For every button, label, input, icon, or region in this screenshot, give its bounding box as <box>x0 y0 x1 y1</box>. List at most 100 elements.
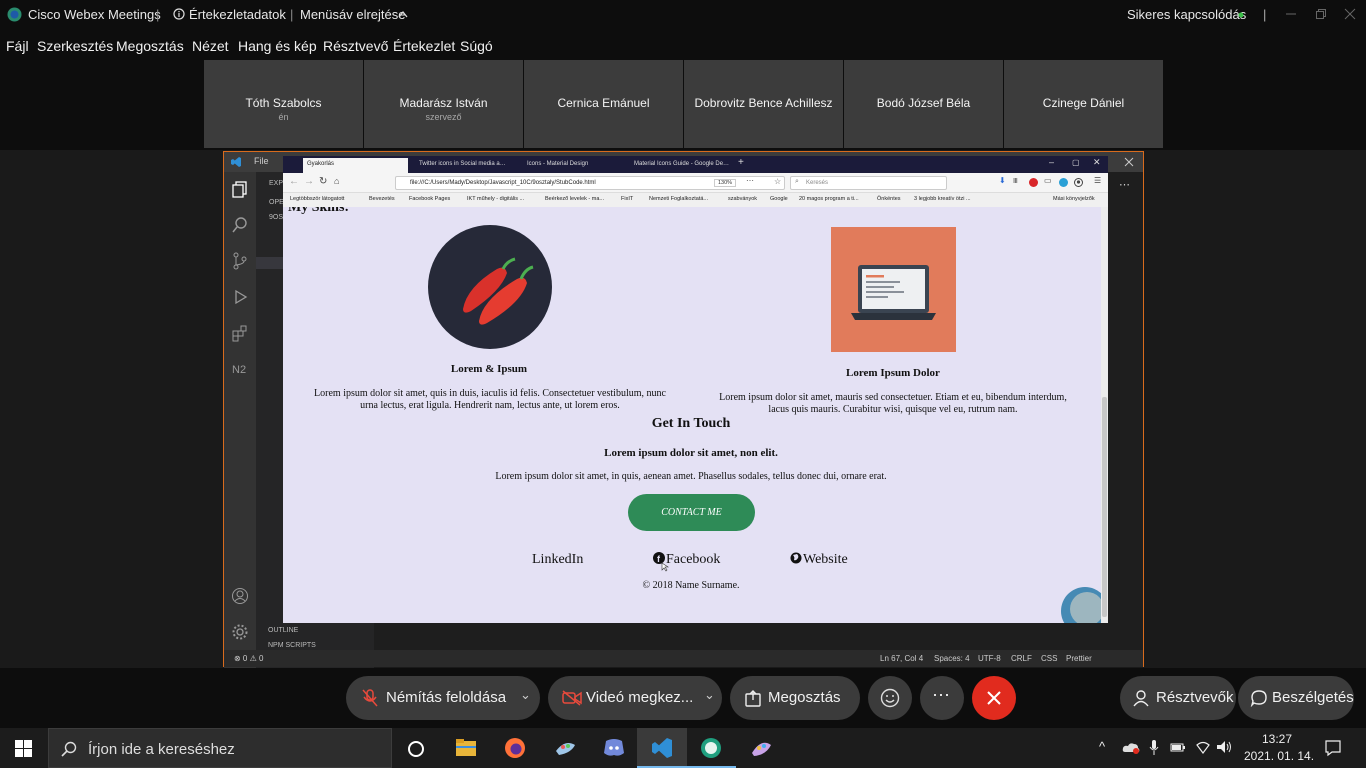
extension-blue-icon[interactable] <box>1059 178 1068 187</box>
chevron-down-icon[interactable]: ⌄ <box>520 687 531 703</box>
search-icon[interactable] <box>231 216 249 234</box>
bookmark-item[interactable]: Legtöbbször látogatott <box>290 196 344 202</box>
leave-meeting-button[interactable] <box>972 676 1016 720</box>
forward-icon[interactable]: → <box>304 176 314 187</box>
extensions-icon[interactable] <box>231 324 249 342</box>
menu-help[interactable]: Súgó <box>460 38 493 54</box>
more-actions-icon[interactable]: ⋯ <box>1119 178 1130 191</box>
participant-tile[interactable]: Bodó József Béla <box>844 60 1003 148</box>
windows-start-icon[interactable] <box>15 740 32 757</box>
participant-tile[interactable]: Madarász István szervező <box>364 60 523 148</box>
hide-menu-button[interactable]: Menüsáv elrejtése <box>300 7 406 22</box>
menu-file[interactable]: Fájl <box>6 38 29 54</box>
bookmark-item[interactable]: Beérkező levelek - ma... <box>545 196 604 202</box>
menu-share[interactable]: Megosztás <box>116 38 184 54</box>
bookmark-item[interactable]: Bevezetés <box>369 196 395 202</box>
share-button[interactable]: Megosztás <box>730 676 860 720</box>
new-tab-icon[interactable]: + <box>738 157 744 168</box>
chat-panel-button[interactable]: Beszélgetés <box>1238 676 1354 720</box>
bookmark-item[interactable]: Google <box>770 196 788 202</box>
bookmark-star-icon[interactable]: ☆ <box>774 177 781 186</box>
participant-tile[interactable]: Dobrovitz Bence Achillesz <box>684 60 843 148</box>
battery-icon[interactable] <box>1170 740 1186 754</box>
microphone-icon[interactable] <box>1149 739 1159 756</box>
website-link[interactable]: Website <box>803 552 848 568</box>
meeting-info-button[interactable]: Értekezletadatok <box>189 7 286 22</box>
clock-date[interactable]: 2021. 01. 14. <box>1244 749 1314 763</box>
download-icon[interactable]: ⬇ <box>999 176 1006 185</box>
run-debug-icon[interactable] <box>231 288 249 306</box>
close-window-icon[interactable] <box>1344 8 1356 20</box>
bookmark-item[interactable]: IKT műhely - digitális ... <box>467 196 524 202</box>
reload-icon[interactable]: ↻ <box>319 176 327 187</box>
onedrive-icon[interactable] <box>1122 740 1140 754</box>
more-options-button[interactable]: ⋯ <box>920 676 964 720</box>
discord-icon[interactable] <box>603 738 625 758</box>
scrollbar-thumb[interactable] <box>1102 397 1107 617</box>
bookmark-item[interactable]: 3 legjobb kreatív ötzi ... <box>914 196 971 202</box>
page-scrollbar[interactable] <box>1101 207 1108 623</box>
search-input[interactable]: ⌕ Keresés <box>790 176 947 190</box>
firefox-icon[interactable] <box>504 737 526 759</box>
hamburger-menu-icon[interactable]: ☰ <box>1094 176 1101 185</box>
url-bar[interactable]: file:///C:/Users/Mady/Desktop/Javascript… <box>395 176 785 190</box>
volume-icon[interactable] <box>1216 739 1234 755</box>
participants-panel-button[interactable]: Résztvevők <box>1120 676 1236 720</box>
status-eol[interactable]: CRLF <box>1011 654 1032 663</box>
account-icon[interactable] <box>1074 178 1083 187</box>
participant-tile[interactable]: Tóth Szabolcs én <box>204 60 363 148</box>
status-encoding[interactable]: UTF-8 <box>978 654 1001 663</box>
file-explorer-icon[interactable] <box>455 737 477 757</box>
zoom-level[interactable]: 130% <box>714 179 737 187</box>
bookmark-item[interactable]: 20 magos program a ti... <box>799 196 859 202</box>
outline-section[interactable]: OUTLINE <box>268 627 298 634</box>
status-problems[interactable]: ⊗ 0 ⚠ 0 <box>234 654 263 663</box>
back-icon[interactable]: ← <box>289 176 299 187</box>
notification-center-icon[interactable] <box>1324 739 1342 757</box>
explorer-icon[interactable] <box>231 180 249 198</box>
folder-section[interactable]: 9OS <box>269 214 283 221</box>
bookmark-item[interactable]: FixIT <box>621 196 633 202</box>
participant-tile[interactable]: Cernica Emánuel <box>524 60 683 148</box>
linkedin-link[interactable]: LinkedIn <box>532 552 583 568</box>
task-view-icon[interactable] <box>407 740 425 758</box>
adblock-icon[interactable] <box>1029 178 1038 187</box>
n2-extension-icon[interactable]: N2 <box>231 360 249 378</box>
vscode-taskbar-button[interactable] <box>637 728 687 768</box>
library-icon[interactable]: Ⅲ <box>1013 177 1018 185</box>
ff-close-icon[interactable]: ✕ <box>1093 157 1101 168</box>
page-actions-icon[interactable]: ⋯ <box>746 176 754 185</box>
tray-overflow-icon[interactable]: ^ <box>1099 739 1105 754</box>
sidebar-toggle-icon[interactable]: ▭ <box>1044 176 1052 185</box>
chevron-down-icon[interactable]: ⌄ <box>704 687 715 703</box>
status-language[interactable]: CSS <box>1041 654 1057 663</box>
minimize-icon[interactable] <box>1285 8 1297 20</box>
paint-3d-icon[interactable] <box>749 737 773 759</box>
vscode-close-icon[interactable] <box>1124 157 1134 167</box>
menu-participant[interactable]: Résztvevő <box>323 38 388 54</box>
menu-view[interactable]: Nézet <box>192 38 229 54</box>
home-icon[interactable]: ⌂ <box>334 176 339 186</box>
start-video-button[interactable]: Videó megkez... ⌄ <box>548 676 722 720</box>
status-formatter[interactable]: Prettier <box>1066 654 1092 663</box>
unmute-button[interactable]: Némítás feloldása ⌄ <box>346 676 540 720</box>
facebook-link[interactable]: Facebook <box>666 552 720 568</box>
wifi-icon[interactable] <box>1195 740 1211 754</box>
npm-scripts-section[interactable]: NPM SCRIPTS <box>268 642 316 649</box>
bookmark-item[interactable]: Facebook Pages <box>409 196 450 202</box>
bookmark-item[interactable]: Nemzeti Foglalkoztatá... <box>649 196 708 202</box>
other-bookmarks[interactable]: Mási könyvjelzők <box>1053 196 1095 202</box>
menu-meeting[interactable]: Értekezlet <box>393 38 455 54</box>
paint-app-icon[interactable] <box>553 737 577 759</box>
menu-edit[interactable]: Szerkesztés <box>37 38 113 54</box>
bookmark-item[interactable]: Önkéntes <box>877 196 901 202</box>
participant-tile[interactable]: Czinege Dániel <box>1004 60 1163 148</box>
browser-tab[interactable]: Icons - Material Design <box>523 158 618 173</box>
account-icon[interactable] <box>231 587 249 605</box>
vscode-menu-file[interactable]: File <box>254 156 269 166</box>
menu-audio-video[interactable]: Hang és kép <box>238 38 317 54</box>
contact-me-button[interactable]: CONTACT ME <box>628 494 755 531</box>
selected-file-row[interactable] <box>256 257 286 269</box>
status-position[interactable]: Ln 67, Col 4 <box>880 654 923 663</box>
taskbar-search-box[interactable]: Írjon ide a kereséshez <box>48 728 392 768</box>
